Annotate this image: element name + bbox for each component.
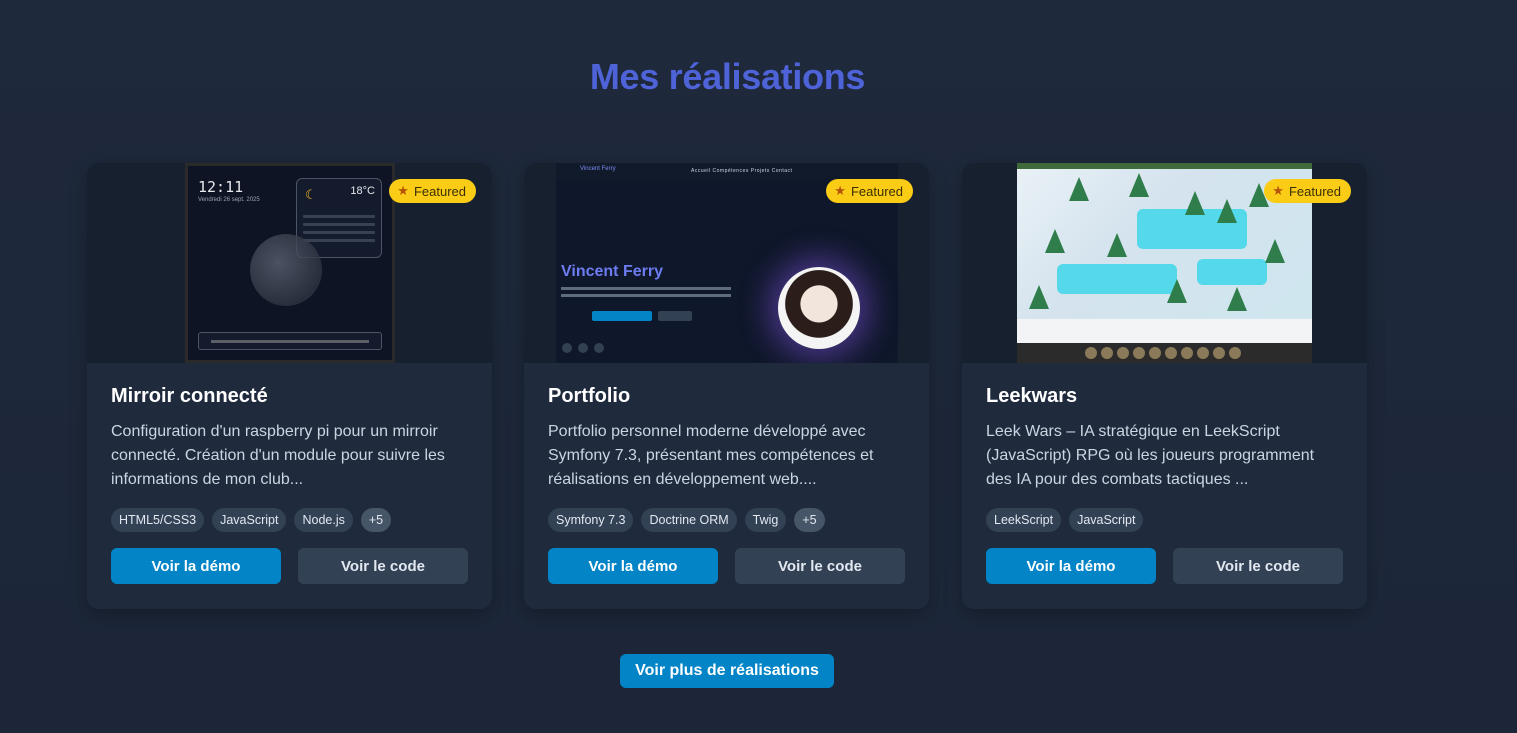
star-icon: ★ — [397, 183, 409, 198]
thumb-ticker — [198, 332, 382, 350]
demo-button[interactable]: Voir la démo — [986, 548, 1156, 584]
thumb-nav-name: Vincent Ferry — [580, 166, 616, 172]
badge-label: Featured — [413, 183, 466, 199]
project-description: Configuration d'un raspberry pi pour un … — [111, 423, 445, 488]
tag: HTML5/CSS3 — [111, 508, 205, 532]
code-button[interactable]: Voir le code — [1173, 548, 1343, 584]
section-title: Mes réalisations — [589, 56, 866, 97]
badge-label: Featured — [850, 183, 903, 199]
tag-more[interactable]: +5 — [794, 508, 825, 532]
featured-badge: ★ Featured — [389, 179, 476, 203]
demo-button[interactable]: Voir la démo — [548, 548, 718, 584]
tag: Doctrine ORM — [641, 508, 737, 532]
moon-icon: ☾ — [305, 187, 317, 202]
thumb-temp: 18°C — [350, 185, 375, 197]
featured-badge: ★ Featured — [1264, 179, 1351, 203]
tag: Node.js — [294, 508, 353, 532]
mirror-screenshot: 12:11 Vendredi 26 sept. 2025 ☾ 18°C — [185, 163, 395, 363]
thumb-nav-links: Accueil Compétences Projets Contact — [691, 168, 793, 174]
tag: JavaScript — [1069, 508, 1144, 532]
demo-button[interactable]: Voir la démo — [111, 548, 281, 584]
more-projects-button[interactable]: Voir plus de réalisations — [620, 654, 834, 688]
project-thumbnail: ★ Featured — [962, 163, 1367, 363]
project-thumbnail: Vincent Ferry Accueil Compétences Projet… — [524, 163, 929, 363]
tag-list: Symfony 7.3 Doctrine ORM Twig +5 — [548, 508, 905, 532]
tag: Symfony 7.3 — [548, 508, 634, 532]
avatar — [778, 267, 860, 349]
thumb-hero-name: Vincent Ferry — [561, 263, 663, 280]
project-title: Portfolio — [548, 385, 631, 407]
code-button[interactable]: Voir le code — [298, 548, 468, 584]
star-icon: ★ — [834, 183, 846, 198]
tag: Twig — [744, 508, 787, 532]
project-thumbnail: 12:11 Vendredi 26 sept. 2025 ☾ 18°C ★ Fe… — [87, 163, 492, 363]
project-card-portfolio: Vincent Ferry Accueil Compétences Projet… — [524, 163, 929, 609]
thumb-planet — [250, 234, 322, 306]
project-title: Mirroir connecté — [111, 385, 268, 407]
tag-more[interactable]: +5 — [360, 508, 392, 532]
featured-badge: ★ Featured — [826, 179, 913, 203]
tag-list: HTML5/CSS3 JavaScript Node.js +5 — [111, 508, 468, 532]
code-button[interactable]: Voir le code — [735, 548, 905, 584]
thumb-date: Vendredi 26 sept. 2025 — [198, 197, 260, 203]
thumb-time: 12:11 — [198, 178, 244, 196]
tag: JavaScript — [212, 508, 287, 532]
project-description: Leek Wars – IA stratégique en LeekScript… — [986, 423, 1315, 488]
star-icon: ★ — [1272, 183, 1284, 198]
tag-list: LeekScript JavaScript — [986, 508, 1343, 532]
project-description: Portfolio personnel moderne développé av… — [548, 423, 874, 488]
badge-label: Featured — [1288, 183, 1341, 199]
project-card-mirroir: 12:11 Vendredi 26 sept. 2025 ☾ 18°C ★ Fe… — [87, 163, 492, 609]
project-title: Leekwars — [986, 385, 1078, 407]
tag: LeekScript — [986, 508, 1062, 532]
project-card-leekwars: ★ Featured Leekwars Leek Wars – IA strat… — [962, 163, 1367, 609]
